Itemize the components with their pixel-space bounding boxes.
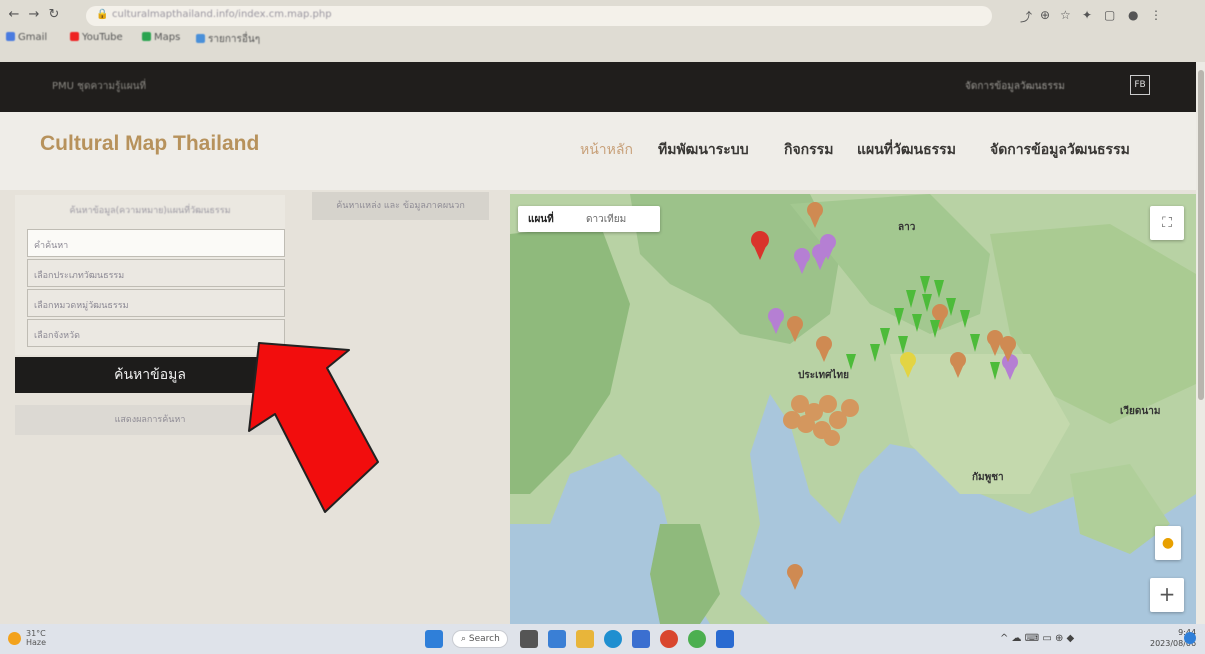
teams-icon[interactable] bbox=[548, 630, 566, 648]
culture-category-select[interactable]: เลือกหมวดหมู่วัฒนธรรม bbox=[27, 289, 285, 317]
nav-home[interactable]: หน้าหลัก bbox=[580, 139, 633, 161]
start-icon[interactable] bbox=[425, 630, 443, 648]
pegman-icon[interactable]: ● bbox=[1155, 526, 1181, 560]
map-type-map[interactable]: แผนที่ bbox=[528, 212, 554, 227]
marker-pin-red[interactable] bbox=[751, 231, 769, 260]
facebook-icon[interactable]: FB bbox=[1130, 75, 1150, 95]
marker-cluster-central[interactable] bbox=[783, 395, 859, 446]
marker-pin-purple[interactable] bbox=[768, 234, 1018, 380]
file-explorer-icon[interactable] bbox=[576, 630, 594, 648]
search-panel-title: ค้นหาข้อมูล(ความหมาย)แผนที่วัฒนธรรม bbox=[69, 206, 231, 216]
bookmark-gmail[interactable]: Gmail bbox=[6, 32, 47, 43]
browser-chrome: ← → ↻ 🔒 culturalmapthailand.info/index.c… bbox=[0, 0, 1205, 62]
outlook-icon[interactable] bbox=[716, 630, 734, 648]
bookmarks-bar: Gmail YouTube Maps รายการอื่นๆ bbox=[0, 30, 1205, 50]
bookmark-star-icon[interactable]: ☆ bbox=[1060, 8, 1071, 22]
search-icon: ⌕ bbox=[461, 634, 469, 644]
bookmark-youtube[interactable]: YouTube bbox=[70, 32, 123, 43]
search-source-tab[interactable]: ค้นหาแหล่ง และ ข้อมูลภาคผนวก bbox=[312, 192, 489, 220]
keyword-input[interactable]: คำค้นหา bbox=[27, 229, 285, 257]
bookmark-other[interactable]: รายการอื่นๆ bbox=[196, 32, 260, 47]
site-header: Cultural Map Thailand หน้าหลัก ทีมพัฒนาร… bbox=[0, 112, 1196, 190]
topbar-left-text[interactable]: PMU ชุดความรู้แผนที่ bbox=[52, 79, 146, 94]
marker-pin-green[interactable] bbox=[846, 276, 1000, 380]
translate-icon[interactable]: ⊕ bbox=[1040, 8, 1050, 22]
bookmark-maps[interactable]: Maps bbox=[142, 32, 180, 43]
map-type-satellite[interactable]: ดาวเทียม bbox=[586, 212, 626, 227]
nav-culture-map[interactable]: แผนที่วัฒนธรรม bbox=[857, 139, 956, 161]
fullscreen-icon[interactable]: ⛶ bbox=[1150, 206, 1184, 240]
culture-map[interactable]: ลาว ประเทศไทย เวียดนาม กัมพูชา แผนที่ ดา… bbox=[510, 194, 1196, 624]
store-icon[interactable] bbox=[632, 630, 650, 648]
topbar-right-link[interactable]: จัดการข้อมูลวัฒนธรรม bbox=[965, 79, 1065, 94]
site-topbar: PMU ชุดความรู้แผนที่ จัดการข้อมูลวัฒนธรร… bbox=[0, 62, 1196, 112]
chrome-icon[interactable] bbox=[688, 630, 706, 648]
search-panel: ค้นหาข้อมูล(ความหมาย)แผนที่วัฒนธรรม คำค้… bbox=[15, 195, 285, 355]
edge-icon[interactable] bbox=[604, 630, 622, 648]
address-row: ← → ↻ 🔒 culturalmapthailand.info/index.c… bbox=[0, 2, 1205, 30]
menu-icon[interactable]: ⋮ bbox=[1150, 8, 1162, 22]
globe-icon bbox=[196, 34, 205, 43]
forward-icon[interactable]: → bbox=[26, 7, 42, 22]
culture-type-select[interactable]: เลือกประเภทวัฒนธรรม bbox=[27, 259, 285, 287]
taskbar-search[interactable]: ⌕ Search bbox=[452, 630, 508, 648]
nav-activities[interactable]: กิจกรรม bbox=[784, 139, 833, 161]
office-icon[interactable] bbox=[660, 630, 678, 648]
address-bar[interactable]: 🔒 culturalmapthailand.info/index.cm.map.… bbox=[86, 6, 992, 26]
window-icon[interactable]: ▢ bbox=[1104, 8, 1115, 22]
map-type-control: แผนที่ ดาวเทียม bbox=[518, 206, 660, 232]
site-logo[interactable]: Cultural Map Thailand bbox=[40, 132, 259, 156]
windows-taskbar: 31°C Haze ⌕ Search ^ ☁ ⌨ ▭ ⊕ ◆ 9:44 2023… bbox=[0, 624, 1205, 654]
nav-dev-team[interactable]: ทีมพัฒนาระบบ bbox=[658, 139, 749, 161]
back-icon[interactable]: ← bbox=[6, 7, 22, 22]
url-text: culturalmapthailand.info/index.cm.map.ph… bbox=[112, 9, 332, 20]
extensions-icon[interactable]: ✦ bbox=[1082, 8, 1092, 22]
maps-icon bbox=[142, 32, 151, 41]
lock-icon: 🔒 bbox=[96, 9, 109, 20]
weather-widget[interactable]: 31°C Haze bbox=[26, 629, 46, 647]
page-scrollbar-thumb[interactable] bbox=[1198, 70, 1204, 400]
task-view-icon[interactable] bbox=[520, 630, 538, 648]
tray-icons[interactable]: ^ ☁ ⌨ ▭ ⊕ ◆ bbox=[1000, 633, 1074, 644]
search-button[interactable]: ค้นหาข้อมูล bbox=[15, 357, 285, 393]
gmail-icon bbox=[6, 32, 15, 41]
map-markers bbox=[751, 202, 1018, 590]
marker-pin-yellow[interactable] bbox=[900, 352, 916, 378]
youtube-icon bbox=[70, 32, 79, 41]
profile-icon[interactable]: ● bbox=[1128, 8, 1138, 22]
show-results-button[interactable]: แสดงผลการค้นหา bbox=[15, 405, 285, 435]
notification-icon[interactable] bbox=[1184, 632, 1196, 644]
share-icon[interactable]: ⤴ bbox=[1020, 8, 1032, 25]
zoom-in-button[interactable]: + bbox=[1150, 578, 1184, 612]
province-select[interactable]: เลือกจังหวัด bbox=[27, 319, 285, 347]
weather-icon bbox=[8, 632, 21, 645]
nav-manage-data[interactable]: จัดการข้อมูลวัฒนธรรม bbox=[990, 139, 1130, 161]
reload-icon[interactable]: ↻ bbox=[46, 7, 62, 22]
